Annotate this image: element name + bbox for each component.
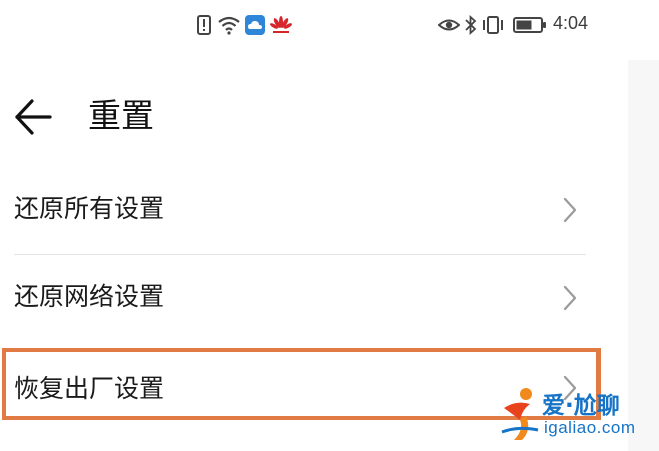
watermark-url: igaliao.com xyxy=(544,418,636,437)
watermark-logo xyxy=(501,388,539,440)
item-label: 还原所有设置 xyxy=(14,194,165,223)
status-bar: 4:04 xyxy=(0,0,659,52)
chevron-right-icon xyxy=(563,285,577,311)
arrow-left-icon xyxy=(15,99,52,135)
wifi-icon xyxy=(218,16,240,35)
alert-icon xyxy=(197,15,211,35)
reset-all-settings-item[interactable]: 还原所有设置 xyxy=(0,166,600,254)
item-label: 还原网络设置 xyxy=(14,282,165,311)
vibrate-icon xyxy=(483,16,503,34)
eye-icon xyxy=(438,19,460,31)
watermark-title: 爱·尬聊 xyxy=(542,393,620,419)
clock-time: 4:04 xyxy=(553,13,589,33)
huawei-logo xyxy=(270,16,292,33)
back-button[interactable] xyxy=(12,93,56,141)
chevron-right-icon xyxy=(563,197,577,223)
battery-icon xyxy=(513,17,546,33)
reset-network-settings-item[interactable]: 还原网络设置 xyxy=(0,254,600,342)
cloud-icon xyxy=(245,15,265,35)
page-title: 重置 xyxy=(88,96,154,135)
bluetooth-icon xyxy=(465,15,477,35)
watermark: 爱·尬聊 igaliao.com xyxy=(500,382,655,444)
